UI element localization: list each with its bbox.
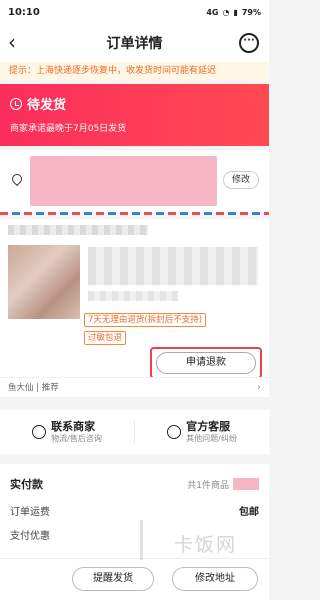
chat-icon [32, 425, 47, 439]
shipping-value: 包邮 [239, 506, 259, 518]
more-options-icon[interactable]: ··· [239, 33, 259, 53]
recommend-bar[interactable]: 鱼大仙 | 推荐 › [0, 377, 269, 397]
battery-level: 79% [241, 7, 261, 17]
refund-highlight-box: 申请退款 [150, 347, 262, 379]
total-paid-label: 实付款 [10, 478, 43, 491]
remind-shipping-button[interactable]: 提醒发货 [72, 567, 154, 591]
contact-merchant-button[interactable]: 联系商家 物流/售后咨询 [0, 410, 134, 454]
item-count: 共1件商品 [187, 480, 229, 491]
address-redacted-block [30, 156, 217, 206]
request-refund-button[interactable]: 申请退款 [156, 352, 256, 374]
nav-bar: ‹ 订单详情 ··· [0, 24, 269, 62]
contact-merchant-title: 联系商家 [51, 420, 96, 433]
site-watermark: 卡饭网 [140, 520, 265, 570]
official-service-title: 官方客服 [186, 420, 231, 433]
order-item-card: 7天无理由退货(拆封后不支持) 过敏包退 申请退款 [0, 219, 269, 385]
shipping-label: 订单运费 [10, 506, 50, 518]
discount-label: 支付优惠 [10, 530, 50, 542]
edit-address-button[interactable]: 修改 [223, 171, 259, 189]
watermark-text: 卡饭网 [174, 534, 238, 556]
status-time: 10:10 [8, 6, 40, 18]
delivery-notice: 提示：上海快递逐步恢复中，收发货时间可能有延迟 [0, 62, 269, 80]
network-indicator: 4G [206, 7, 219, 17]
allergy-return-tag: 过敏包退 [84, 331, 127, 345]
product-thumbnail[interactable] [8, 245, 80, 319]
order-status-title: 待发货 [27, 98, 67, 113]
official-service-button[interactable]: 官方客服 其他问题/纠纷 [135, 410, 269, 454]
item-count-group: 共1件商品 [187, 478, 259, 491]
address-card[interactable]: 修改 [0, 150, 269, 212]
status-bar: 10:10 4G ◔ ▮ 79% [0, 0, 269, 24]
contact-row: 联系商家 物流/售后咨询 官方客服 其他问题/纠纷 [0, 410, 269, 454]
modify-address-button[interactable]: 修改地址 [172, 567, 258, 591]
headset-icon [167, 425, 182, 439]
status-indicators: 4G ◔ ▮ 79% [206, 8, 261, 17]
page-title: 订单详情 [106, 36, 163, 52]
envelope-stripe-divider [0, 212, 269, 215]
return-policy-tag: 7天无理由退货(拆封后不支持) [84, 313, 207, 327]
contact-merchant-sub: 物流/售后咨询 [51, 434, 102, 443]
clock-icon [10, 97, 22, 110]
back-arrow-icon[interactable]: ‹ [8, 32, 30, 54]
shop-name-redacted[interactable] [8, 225, 148, 235]
recommend-label: 鱼大仙 | 推荐 [8, 383, 59, 393]
status-title-row: 待发货 [10, 94, 259, 113]
ship-promise-text: 商家承诺最晚于7月05日发货 [10, 124, 127, 134]
location-pin-icon [9, 171, 25, 187]
chevron-right-icon: › [257, 382, 261, 393]
watermark-logo-icon [140, 520, 170, 560]
total-price-redacted [233, 478, 259, 490]
official-service-sub: 其他问题/纠纷 [186, 434, 237, 443]
battery-icon: ▮ [233, 7, 238, 17]
total-row: 实付款 共1件商品 [10, 476, 259, 492]
wifi-icon: ◔ [222, 7, 230, 17]
product-title-redacted[interactable] [88, 247, 258, 285]
order-status-card: 待发货 商家承诺最晚于7月05日发货 [0, 84, 269, 146]
product-spec-redacted [88, 291, 178, 301]
shipping-row: 订单运费 包邮 [10, 502, 259, 518]
